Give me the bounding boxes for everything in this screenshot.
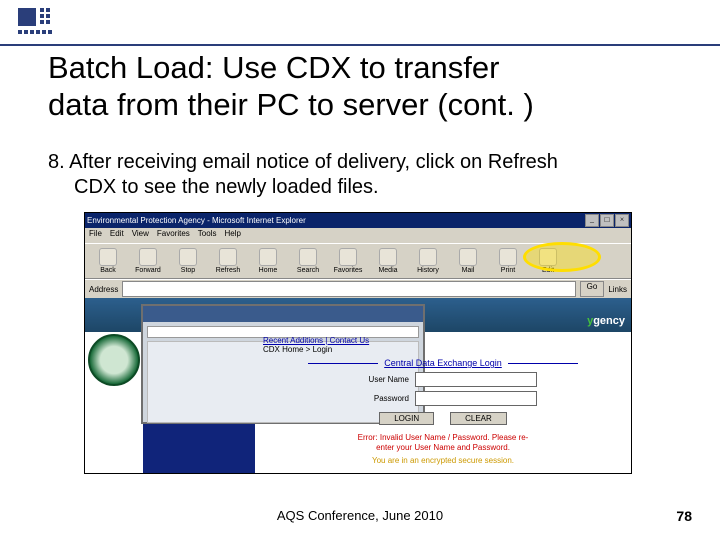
breadcrumb: CDX Home > Login — [263, 345, 623, 354]
menu-favorites[interactable]: Favorites — [157, 229, 190, 242]
tb-history[interactable]: History — [411, 248, 445, 274]
tb-home[interactable]: Home — [251, 248, 285, 274]
tb-forward[interactable]: Forward — [131, 248, 165, 274]
epa-seal-icon — [88, 334, 140, 386]
tb-search[interactable]: Search — [291, 248, 325, 274]
embedded-screenshot: Environmental Protection Agency - Micros… — [84, 212, 632, 474]
links-label: Links — [608, 285, 627, 294]
ie-toolbar: Back Forward Stop Refresh Home Search Fa… — [85, 243, 631, 279]
ie-menubar: File Edit View Favorites Tools Help — [85, 228, 631, 243]
slide-accent-dots-h — [18, 30, 52, 34]
dialog-titlebar — [143, 306, 423, 322]
clear-button[interactable]: CLEAR — [450, 412, 507, 425]
close-button[interactable]: × — [615, 214, 629, 227]
ie-window-title: Environmental Protection Agency - Micros… — [87, 216, 306, 225]
tb-stop[interactable]: Stop — [171, 248, 205, 274]
ie-titlebar: Environmental Protection Agency - Micros… — [85, 213, 631, 228]
print-icon — [499, 248, 517, 266]
menu-view[interactable]: View — [132, 229, 149, 242]
slide-body-lead: 8. After receiving email notice of deliv… — [48, 151, 558, 173]
minimize-button[interactable]: _ — [585, 214, 599, 227]
slide-divider — [0, 44, 720, 46]
login-heading: Central Data Exchange Login — [263, 358, 623, 368]
slide-body-indent: CDX to see the newly loaded files. — [48, 175, 688, 200]
login-buttons: LOGIN CLEAR — [263, 412, 623, 425]
menu-file[interactable]: File — [89, 229, 102, 242]
epa-banner: ygency — [85, 298, 631, 332]
history-icon — [419, 248, 437, 266]
menu-edit[interactable]: Edit — [110, 229, 124, 242]
menu-tools[interactable]: Tools — [198, 229, 217, 242]
mail-icon — [459, 248, 477, 266]
search-icon — [299, 248, 317, 266]
slide-accent-dots-v — [40, 8, 50, 24]
slide-footer: AQS Conference, June 2010 78 — [0, 508, 720, 528]
footer-page-number: 78 — [676, 508, 692, 524]
favorites-icon — [339, 248, 357, 266]
tb-print[interactable]: Print — [491, 248, 525, 274]
go-button[interactable]: Go — [580, 281, 605, 297]
slide-body: 8. After receiving email notice of deliv… — [48, 150, 688, 200]
home-icon — [259, 248, 277, 266]
forward-icon — [139, 248, 157, 266]
login-error: Error: Invalid User Name / Password. Ple… — [263, 433, 623, 452]
user-input[interactable] — [415, 372, 537, 387]
epa-seal-col — [85, 332, 143, 474]
login-button[interactable]: LOGIN — [379, 412, 434, 425]
pass-label: Password — [349, 394, 409, 403]
address-input[interactable] — [122, 281, 575, 297]
tb-favorites[interactable]: Favorites — [331, 248, 365, 274]
pass-input[interactable] — [415, 391, 537, 406]
edit-icon — [539, 248, 557, 266]
tb-mail[interactable]: Mail — [451, 248, 485, 274]
tb-back[interactable]: Back — [91, 248, 125, 274]
tb-refresh[interactable]: Refresh — [211, 248, 245, 274]
back-icon — [99, 248, 117, 266]
footer-conference: AQS Conference, June 2010 — [0, 508, 720, 523]
top-links[interactable]: Recent Additions | Contact Us — [263, 336, 623, 345]
login-row-pass: Password — [263, 391, 623, 406]
tb-edit[interactable]: Edit — [531, 248, 565, 274]
tb-media[interactable]: Media — [371, 248, 405, 274]
slide-title-line2: data from their PC to server (cont. ) — [48, 87, 534, 122]
slide-title-line1: Batch Load: Use CDX to transfer — [48, 50, 499, 85]
main-panel: Recent Additions | Contact Us CDX Home >… — [255, 332, 631, 474]
ie-addressbar: Address Go Links — [85, 279, 631, 298]
menu-help[interactable]: Help — [224, 229, 240, 242]
agency-text: ygency — [587, 315, 625, 327]
window-buttons: _ □ × — [585, 214, 629, 227]
address-label: Address — [89, 285, 118, 294]
maximize-button[interactable]: □ — [600, 214, 614, 227]
media-icon — [379, 248, 397, 266]
slide-title: Batch Load: Use CDX to transfer data fro… — [48, 50, 688, 123]
stop-icon — [179, 248, 197, 266]
slide-accent-square — [18, 8, 36, 26]
user-label: User Name — [349, 375, 409, 384]
login-row-user: User Name — [263, 372, 623, 387]
secure-session-text: You are in an encrypted secure session. — [263, 456, 623, 465]
refresh-icon — [219, 248, 237, 266]
